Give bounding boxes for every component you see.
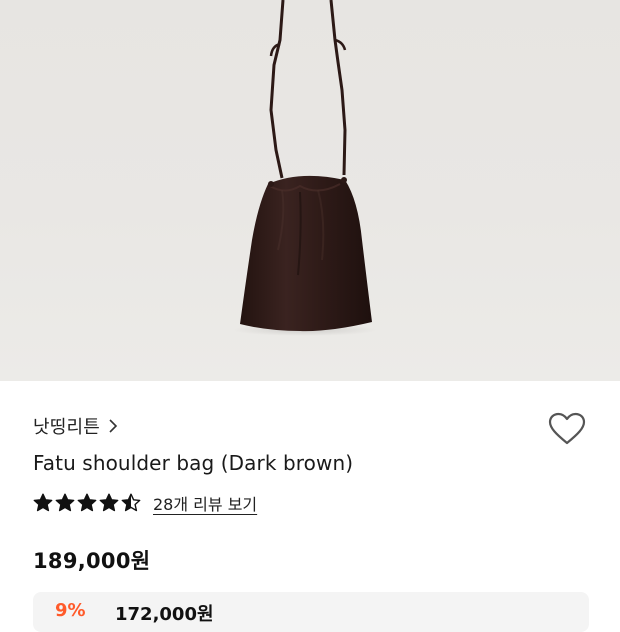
brand-link[interactable]: 낫띵리튼 (33, 411, 120, 441)
coupon-discount: 9% (55, 600, 86, 621)
star-icon (55, 493, 75, 513)
price: 189,000원 (33, 549, 151, 573)
star-icon (121, 493, 141, 513)
product-title: Fatu shoulder bag (Dark brown) (33, 451, 354, 475)
review-link[interactable]: 28개 리뷰 보기 (153, 491, 257, 515)
heart-outline-icon (548, 412, 586, 450)
brand-name: 낫띵리튼 (33, 417, 101, 438)
star-icon (77, 493, 97, 513)
star-icon (33, 493, 53, 513)
star-icon (99, 493, 119, 513)
product-info: 낫띵리튼 Fatu shoulder bag (Dark brown) 28개 … (0, 381, 620, 632)
wishlist-button[interactable] (546, 411, 588, 451)
coupon-price: 172,000원 (115, 604, 214, 625)
chevron-right-icon (106, 419, 120, 433)
coupon-price-box[interactable]: 9% 172,000원 (33, 592, 589, 632)
star-rating (33, 493, 141, 513)
rating-row: 28개 리뷰 보기 (33, 490, 257, 516)
product-image[interactable] (0, 0, 620, 381)
bag-photo (233, 0, 377, 336)
